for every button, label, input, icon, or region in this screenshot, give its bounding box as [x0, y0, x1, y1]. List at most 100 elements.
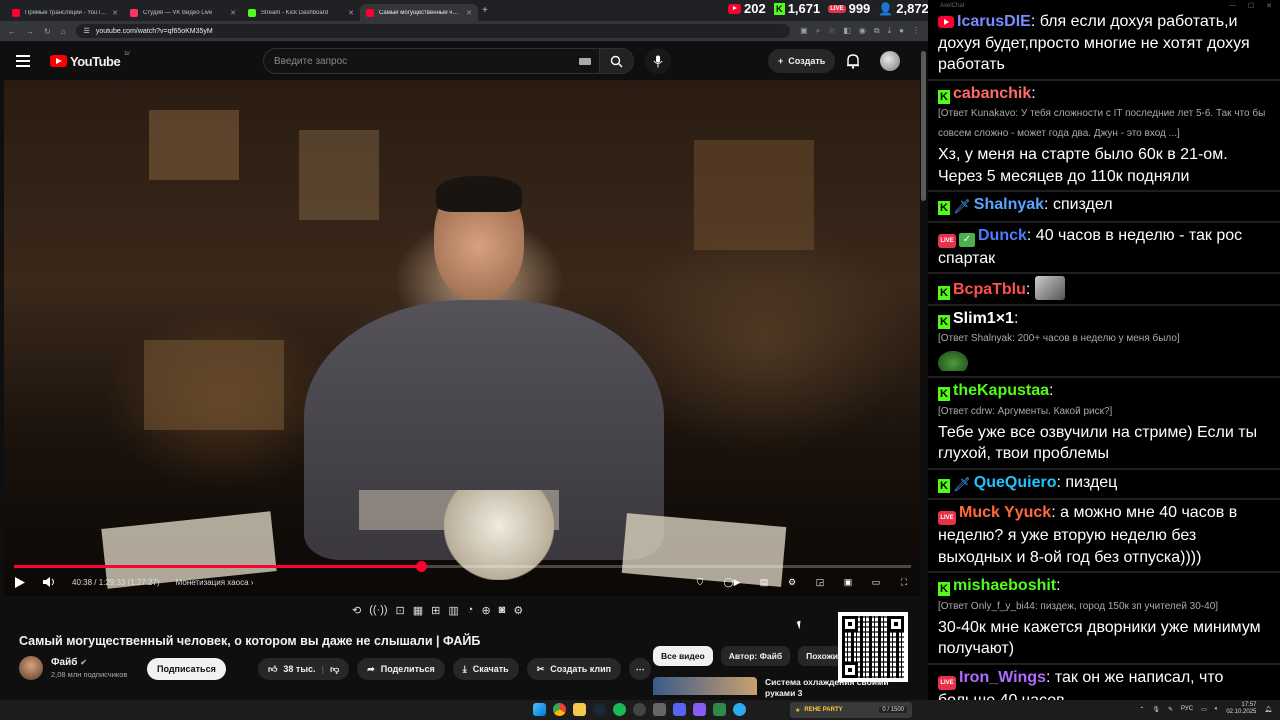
theater-mode-icon[interactable]: ▭	[869, 575, 883, 589]
chat-nick[interactable]: Iron_Wings	[959, 669, 1046, 686]
scrollbar-thumb[interactable]	[921, 51, 926, 201]
discord-icon[interactable]	[673, 703, 686, 716]
download-icon[interactable]: ⤓	[888, 26, 892, 36]
subscribe-button[interactable]: Подписаться	[147, 658, 226, 680]
zoom-icon[interactable]: ⌕	[816, 26, 820, 36]
chat-nick[interactable]: ВсраТblu	[953, 281, 1026, 298]
like-dislike-button[interactable]: 👍︎ 38 тыс. | 👎︎	[258, 658, 350, 680]
close-icon[interactable]: ✕	[230, 9, 236, 17]
picture-in-picture-icon[interactable]: ▣	[841, 575, 855, 589]
back-icon[interactable]: ←	[8, 27, 16, 36]
steam-icon[interactable]	[593, 703, 606, 716]
fullscreen-icon[interactable]: ⛶	[897, 575, 911, 589]
chat-nick[interactable]: QueQuiero	[974, 474, 1057, 491]
filmstrip-icon[interactable]: ▥	[448, 604, 458, 617]
subtitles-icon[interactable]: ▤	[757, 575, 771, 589]
video-progress-bar[interactable]	[14, 561, 911, 572]
settings-gear-icon[interactable]: ⚙	[785, 575, 799, 589]
share-button[interactable]: ➦ Поделиться	[357, 658, 445, 680]
tray-chevron-icon[interactable]: ⌃	[1139, 706, 1144, 713]
search-input[interactable]: Введите запрос	[263, 48, 600, 74]
add-icon[interactable]: ⊕	[481, 604, 490, 617]
chip-all-videos[interactable]: Все видео	[653, 646, 713, 666]
thumbs-up-icon[interactable]: 👍︎	[268, 664, 277, 675]
download-button[interactable]: ⤓ Скачать	[452, 658, 519, 680]
chat-nick[interactable]: theKapustaa	[953, 382, 1049, 399]
app-icon[interactable]	[693, 703, 706, 716]
film-icon[interactable]: ▦	[413, 604, 423, 617]
profile-icon[interactable]: ●	[899, 26, 904, 36]
camera-icon[interactable]: ◙	[499, 604, 506, 617]
chat-nick[interactable]: Dunck	[978, 227, 1027, 244]
search-button[interactable]	[600, 48, 634, 74]
chat-nick[interactable]: IcarusDIE	[957, 13, 1031, 30]
miniplayer-icon[interactable]: ◲	[813, 575, 827, 589]
pen-icon[interactable]: ✎	[1168, 706, 1173, 713]
youtube-logo[interactable]: YouTube LV	[50, 51, 130, 69]
gear-icon[interactable]: ⚙	[513, 604, 523, 617]
extension-icon[interactable]: ◧	[843, 26, 851, 36]
notifications-bell-icon[interactable]: 🔔︎	[1264, 706, 1272, 713]
windows-start-icon[interactable]	[533, 703, 546, 716]
menu-dots-icon[interactable]: ⋮	[912, 26, 920, 36]
taskbar-party-widget[interactable]: ★ REHE PARTY 0 / 1500	[790, 702, 912, 718]
install-icon[interactable]: ▣	[800, 26, 808, 36]
more-actions-button[interactable]: ⋯	[629, 658, 652, 680]
page-scrollbar[interactable]	[920, 41, 928, 701]
chat-nick[interactable]: cabanchik	[953, 85, 1031, 102]
home-icon[interactable]: ⌂	[61, 27, 66, 36]
close-icon[interactable]: ✕	[466, 9, 472, 17]
extension-icon[interactable]: ◉	[859, 26, 866, 36]
screenshot-icon[interactable]: ⊞	[431, 604, 440, 617]
browser-tab-active-video[interactable]: Самый могущественный чел... ✕	[360, 4, 478, 21]
reload-icon[interactable]: ↻	[44, 27, 51, 36]
autoplay-toggle-icon[interactable]: ◯▶	[721, 575, 743, 589]
chip-author[interactable]: Автор: Файб	[720, 646, 791, 666]
chat-nick[interactable]: mishaeboshit	[953, 577, 1056, 594]
chat-nick[interactable]: Muck Yyuck	[959, 504, 1051, 521]
channel-name[interactable]: Файб ✔	[51, 657, 127, 668]
loop-icon[interactable]: ⟲	[352, 604, 361, 617]
play-icon[interactable]	[14, 576, 26, 589]
volume-icon[interactable]	[42, 576, 56, 588]
chapter-title[interactable]: Монетизация хаоса ›	[176, 578, 254, 587]
telegram-icon[interactable]	[733, 703, 746, 716]
video-player[interactable]	[4, 80, 920, 596]
microphone-icon[interactable]: 🎙︎	[1152, 706, 1160, 713]
file-explorer-icon[interactable]	[573, 703, 586, 716]
create-button[interactable]: + Создать	[768, 49, 836, 73]
voice-search-button[interactable]	[645, 48, 671, 74]
url-field[interactable]: ☰ youtube.com/watch?v=qf65oKM35yM	[75, 24, 791, 38]
clock[interactable]: 17:57 02.10.2025	[1226, 702, 1256, 716]
menu-hamburger-icon[interactable]	[16, 55, 30, 67]
site-info-icon[interactable]: ☰	[84, 27, 90, 35]
recommended-thumbnail[interactable]	[653, 677, 757, 695]
thumbs-down-icon[interactable]: 👎︎	[330, 664, 339, 675]
speed-gauge-icon[interactable]: ◔	[467, 604, 474, 617]
new-tab-icon[interactable]: +	[482, 5, 488, 16]
ambient-shield-icon[interactable]: ⛉	[693, 575, 707, 589]
screen-icon[interactable]: ⊡	[396, 604, 405, 617]
browser-tab-kick-dashboard[interactable]: Stream - Kick Dashboard ✕	[242, 4, 360, 21]
volume-icon[interactable]: 🔈︎	[1215, 706, 1219, 713]
language-indicator[interactable]: РУС	[1181, 706, 1193, 712]
obs-icon[interactable]	[633, 703, 646, 716]
browser-tab-vk-studio[interactable]: Студия — VK Видео Live ✕	[124, 4, 242, 21]
progress-scrubber-handle[interactable]	[416, 561, 428, 572]
create-clip-button[interactable]: ✂ Создать клип	[526, 658, 622, 680]
app-icon[interactable]	[713, 703, 726, 716]
close-icon[interactable]: ✕	[348, 9, 354, 17]
forward-icon[interactable]: →	[26, 27, 34, 36]
audio-icon[interactable]: ((·))	[369, 604, 387, 617]
chrome-icon[interactable]	[553, 703, 566, 716]
channel-avatar[interactable]	[19, 656, 43, 680]
account-avatar[interactable]	[880, 51, 900, 71]
keyboard-icon[interactable]	[579, 58, 591, 65]
extensions-puzzle-icon[interactable]: ⧉	[874, 26, 880, 36]
browser-tab-youtube-live[interactable]: Прямые трансляции - YouTube ✕	[6, 4, 124, 21]
chat-nick[interactable]: Shalnyak	[974, 196, 1044, 213]
bookmark-star-icon[interactable]: ☆	[828, 26, 835, 36]
close-icon[interactable]: ✕	[112, 9, 118, 17]
network-icon[interactable]: ▭	[1201, 706, 1207, 713]
spotify-icon[interactable]	[613, 703, 626, 716]
